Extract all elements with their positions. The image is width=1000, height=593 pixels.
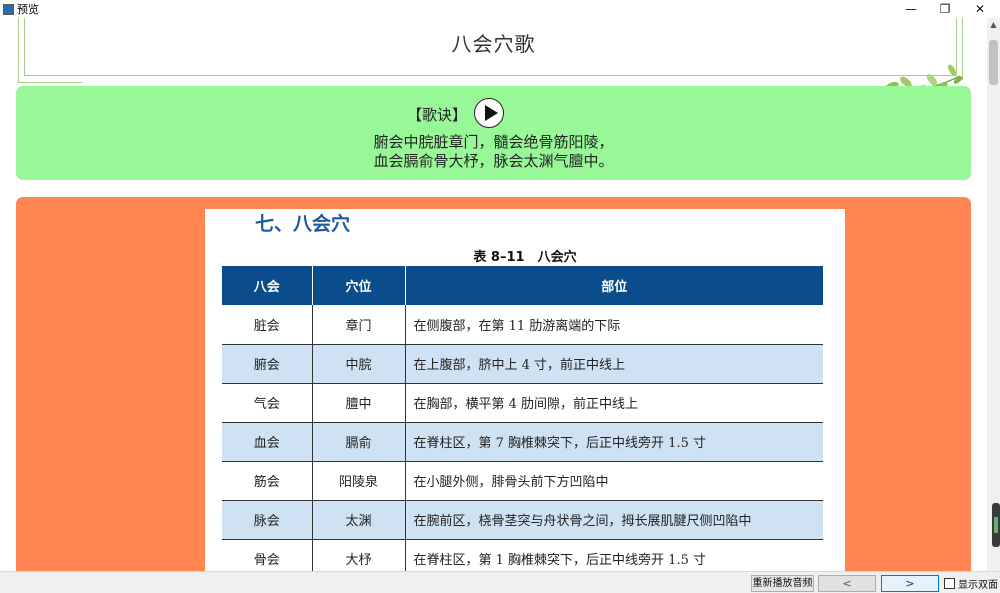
verse-panel: 【歌诀】 腑会中脘脏章门，髓会绝骨筋阳陵， 血会膈俞骨大杼，脉会太渊气膻中。 [16,86,971,180]
table-cell: 在小腿外侧，腓骨头前下方凹陷中 [405,461,823,501]
table-cell: 筋会 [222,461,313,501]
table-row: 脏会 章门 在侧腹部，在第 11 肋游离端的下际 [222,305,823,345]
dual-page-checkbox[interactable] [944,578,955,589]
table-cell: 在侧腹部，在第 11 肋游离端的下际 [405,305,823,345]
table-cell: 太渊 [312,500,406,540]
next-page-button[interactable]: > [881,575,939,592]
table-cell: 在胸部，横平第 4 肋间隙，前正中线上 [405,383,823,423]
close-button[interactable]: ✕ [963,0,997,18]
status-bar: 重新播放音频 < > 显示双面 [0,571,1000,593]
table-row: 血会 膈俞 在脊柱区，第 7 胸椎棘突下，后正中线旁开 1.5 寸 [222,422,823,462]
table-cell: 腑会 [222,344,313,384]
minimize-button[interactable]: — [894,0,928,18]
table-caption: 表 8–11 八会穴 [473,250,577,265]
frame-border [24,75,956,76]
table-cell: 中脘 [312,344,406,384]
table-row: 筋会 阳陵泉 在小腿外侧，腓骨头前下方凹陷中 [222,461,823,501]
table-cell: 在脊柱区，第 7 胸椎棘突下，后正中线旁开 1.5 寸 [405,422,823,462]
table-header-row: 八会 穴位 部位 [222,266,823,305]
table-row: 腑会 中脘 在上腹部，脐中上 4 寸，前正中线上 [222,344,823,384]
table-header-cell: 八会 [222,266,313,305]
audio-level-icon [992,503,1000,547]
verse-line: 血会膈俞骨大杼，脉会太渊气膻中。 [373,152,614,170]
verse-line: 腑会中脘脏章门，髓会绝骨筋阳陵， [373,133,614,151]
table-cell: 阳陵泉 [312,461,406,501]
replay-audio-button[interactable]: 重新播放音频 [751,575,814,592]
table-cell: 骨会 [222,539,313,571]
title-bar: 预览 — ❐ ✕ [0,0,1000,18]
section-title: 七、八会穴 [255,213,351,235]
table-cell: 在腕前区，桡骨茎突与舟状骨之间，拇长展肌腱尺侧凹陷中 [405,500,823,540]
table-cell: 在脊柱区，第 1 胸椎棘突下，后正中线旁开 1.5 寸 [405,539,823,571]
table-cell: 在上腹部，脐中上 4 寸，前正中线上 [405,344,823,384]
table-cell: 脏会 [222,305,313,345]
table-cell: 脉会 [222,500,313,540]
image-panel: 七、八会穴 表 8–11 八会穴 八会 穴位 部位 脏会 章门 在侧腹部，在第 … [16,197,971,571]
table-cell: 章门 [312,305,406,345]
table-cell: 大杼 [312,539,406,571]
table-header-cell: 穴位 [312,266,406,305]
table-row: 骨会 大杼 在脊柱区，第 1 胸椎棘突下，后正中线旁开 1.5 寸 [222,539,823,571]
table-cell: 膻中 [312,383,406,423]
app-icon [3,3,14,15]
content-area: 八会穴歌 【歌诀】 腑会中脘脏章门，髓会绝骨筋阳陵， 血会膈俞骨大杼，脉会太渊气… [0,18,987,571]
frame-border [18,82,82,83]
scroll-up-arrow-icon[interactable]: ▲ [987,18,1000,32]
verse-heading: 【歌诀】 [407,106,468,124]
vertical-scrollbar[interactable]: ▲ [987,18,1000,571]
table-cell: 膈俞 [312,422,406,462]
restore-button[interactable]: ❐ [928,0,962,18]
window-title: 预览 [17,3,39,16]
table-row: 气会 膻中 在胸部，横平第 4 肋间隙，前正中线上 [222,383,823,423]
previous-page-button[interactable]: < [818,575,876,592]
table-cell: 气会 [222,383,313,423]
table-cell: 血会 [222,422,313,462]
page-title: 八会穴歌 [451,32,536,56]
dual-page-label: 显示双面 [958,580,998,591]
table-row: 脉会 太渊 在腕前区，桡骨茎突与舟状骨之间，拇长展肌腱尺侧凹陷中 [222,500,823,540]
table-header-cell: 部位 [405,266,823,305]
document-image: 七、八会穴 表 8–11 八会穴 八会 穴位 部位 脏会 章门 在侧腹部，在第 … [205,209,845,571]
play-audio-button[interactable] [474,98,504,128]
scroll-thumb[interactable] [989,40,998,85]
acupoint-table: 八会 穴位 部位 脏会 章门 在侧腹部，在第 11 肋游离端的下际 腑会 中脘 … [222,266,823,571]
